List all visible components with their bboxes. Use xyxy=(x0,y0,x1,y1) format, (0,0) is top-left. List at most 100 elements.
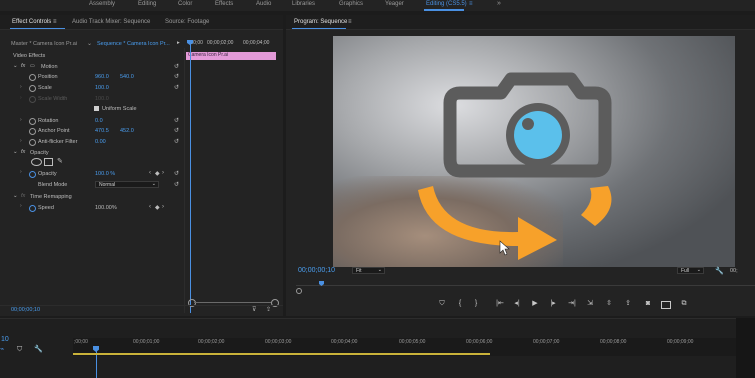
ruler-mark-2: 00;00;02;00 xyxy=(198,339,225,345)
workspace-audio[interactable]: Audio xyxy=(256,1,271,7)
anchor-y-value[interactable]: 452.0 xyxy=(120,128,134,134)
tab-source[interactable]: Source: Footage xyxy=(165,19,209,25)
tab-effect-controls[interactable]: Effect Controls xyxy=(12,19,51,25)
filter-icon[interactable]: ⊽ xyxy=(252,306,256,313)
reset-scale-icon[interactable]: ↺ xyxy=(174,85,180,91)
scale-expand-icon[interactable]: › xyxy=(20,84,22,90)
reset-anchor-icon[interactable]: ↺ xyxy=(174,128,180,134)
uniform-scale-checkbox[interactable] xyxy=(94,106,99,111)
next-keyframe-icon[interactable]: › xyxy=(162,170,164,176)
speed-next-keyframe-icon[interactable]: › xyxy=(162,204,164,210)
workspace-graphics[interactable]: Graphics xyxy=(339,1,363,7)
stopwatch-rotation-icon[interactable] xyxy=(29,118,36,125)
tab-program-sequence[interactable]: Program: Sequence xyxy=(294,19,347,25)
play-clip-icon[interactable]: ▸ xyxy=(177,40,180,46)
button-editor-icon[interactable]: ⧉ xyxy=(679,300,689,307)
pen-mask-icon[interactable]: ✎ xyxy=(57,157,63,165)
anchor-x-value[interactable]: 470.5 xyxy=(95,128,109,134)
stopwatch-scale-icon[interactable] xyxy=(29,85,36,92)
position-x-value[interactable]: 960.0 xyxy=(95,74,109,80)
workspace-menu-icon[interactable]: ≡ xyxy=(469,1,473,7)
work-area-bar[interactable] xyxy=(73,353,490,355)
master-clip-label[interactable]: Master * Camera Icon Pr.ai xyxy=(11,41,77,47)
export-icon[interactable]: ⇪ xyxy=(266,306,271,313)
program-menu-icon[interactable]: ≡ xyxy=(348,19,352,25)
reset-antiflicker-icon[interactable]: ↺ xyxy=(174,139,180,145)
opacity-expand-icon[interactable]: ⌄ xyxy=(13,149,18,155)
step-forward-icon[interactable]: |▸ xyxy=(549,300,557,307)
add-keyframe-icon[interactable]: ◆ xyxy=(155,170,160,177)
timeline-wrench-icon[interactable]: 🔧 xyxy=(34,346,43,353)
reset-opacity-icon[interactable]: ↺ xyxy=(174,171,180,177)
insert-icon[interactable]: ⇲ xyxy=(585,300,595,307)
timeline-scrollbar[interactable] xyxy=(736,318,755,378)
fit-dropdown[interactable]: Fit ⌄ xyxy=(352,267,385,274)
workspace-effects[interactable]: Effects xyxy=(215,1,233,7)
export-frame-icon[interactable]: ◙ xyxy=(643,300,653,307)
comparison-view-icon[interactable] xyxy=(661,301,671,309)
stopwatch-anchor-icon[interactable] xyxy=(29,128,36,135)
tab-audio-track-mixer[interactable]: Audio Track Mixer: Sequence xyxy=(72,19,150,25)
mark-in-icon[interactable]: { xyxy=(457,300,463,307)
overwrite-icon[interactable]: ⇳ xyxy=(604,300,614,307)
effect-controls-timecode[interactable]: 00;00;00;10 xyxy=(11,307,40,313)
blend-mode-dropdown[interactable]: Normal ⌄ xyxy=(95,181,159,188)
position-y-value[interactable]: 540.0 xyxy=(120,74,134,80)
step-back-icon[interactable]: ◂| xyxy=(513,300,521,307)
speed-value[interactable]: 100.00% xyxy=(95,205,117,211)
fx-time-remap-icon[interactable]: fx xyxy=(21,193,25,199)
speed-add-keyframe-icon[interactable]: ◆ xyxy=(155,204,160,211)
chevron-down-icon[interactable]: ⌄ xyxy=(87,40,92,47)
rectangle-mask-icon[interactable] xyxy=(44,158,53,166)
workspace-assembly[interactable]: Assembly xyxy=(89,1,115,7)
resolution-dropdown[interactable]: Full ⌄ xyxy=(677,267,704,274)
speed-prev-keyframe-icon[interactable]: ‹ xyxy=(149,204,151,210)
zoom-slider-track[interactable] xyxy=(194,302,271,303)
prev-keyframe-icon[interactable]: ‹ xyxy=(149,170,151,176)
opacity-value[interactable]: 100.0 % xyxy=(95,171,115,177)
antiflicker-value[interactable]: 0.00 xyxy=(95,139,106,145)
workspace-yeager[interactable]: Yeager xyxy=(385,1,404,7)
wrench-icon[interactable]: 🔧 xyxy=(715,268,724,275)
more-workspaces-icon[interactable]: » xyxy=(497,0,501,7)
play-icon[interactable]: ▶ xyxy=(531,300,539,307)
stopwatch-opacity-icon[interactable] xyxy=(29,171,36,178)
fx-opacity-icon[interactable]: fx xyxy=(21,149,25,155)
workspace-color[interactable]: Color xyxy=(178,1,192,7)
snap-icon[interactable]: ⌁ xyxy=(0,346,4,353)
scrub-bar[interactable] xyxy=(296,285,755,286)
sequence-clip-label[interactable]: Sequence * Camera Icon Pr... xyxy=(97,41,170,47)
stopwatch-speed-icon[interactable] xyxy=(29,205,36,212)
rotation-value[interactable]: 0.0 xyxy=(95,118,103,124)
ellipse-mask-icon[interactable] xyxy=(31,158,42,166)
reset-position-icon[interactable]: ↺ xyxy=(174,74,180,80)
reset-motion-icon[interactable]: ↺ xyxy=(174,64,180,70)
video-frame[interactable] xyxy=(333,36,735,267)
antiflicker-expand-icon[interactable]: › xyxy=(20,138,22,144)
opacity-value-expand-icon[interactable]: › xyxy=(20,169,22,175)
go-to-out-icon[interactable]: ⇥| xyxy=(567,300,577,307)
scale-value[interactable]: 100.0 xyxy=(95,85,109,91)
motion-expand-icon[interactable]: ⌄ xyxy=(13,63,18,69)
mark-out-icon[interactable]: } xyxy=(473,300,479,307)
stopwatch-antiflicker-icon[interactable] xyxy=(29,139,36,146)
lift-icon[interactable]: ⇪ xyxy=(623,300,633,307)
stopwatch-position-icon[interactable] xyxy=(29,74,36,81)
program-timecode[interactable]: 00;00;00;10 xyxy=(298,267,335,274)
reset-rotation-icon[interactable]: ↺ xyxy=(174,118,180,124)
add-marker-icon[interactable]: ⛉ xyxy=(438,300,446,307)
speed-expand-icon[interactable]: › xyxy=(20,203,22,209)
effect-controls-menu-icon[interactable]: ≡ xyxy=(53,19,57,25)
fx-icon[interactable]: fx xyxy=(21,63,25,69)
workspace-editing[interactable]: Editing xyxy=(138,1,156,7)
workspace-editing-cs55[interactable]: Editing (CS5.5) xyxy=(426,1,467,7)
reset-blend-icon[interactable]: ↺ xyxy=(174,182,180,188)
linked-selection-icon[interactable]: ⛉ xyxy=(17,346,22,353)
scale-width-label: Scale Width xyxy=(38,96,68,102)
time-remap-expand-icon[interactable]: ⌄ xyxy=(13,193,18,199)
scrub-zoom-handle[interactable] xyxy=(296,288,302,294)
workspace-libraries[interactable]: Libraries xyxy=(292,1,315,7)
go-to-in-icon[interactable]: |⇤ xyxy=(495,300,505,307)
timeline-timecode[interactable]: 10 xyxy=(1,336,9,343)
rotation-expand-icon[interactable]: › xyxy=(20,117,22,123)
